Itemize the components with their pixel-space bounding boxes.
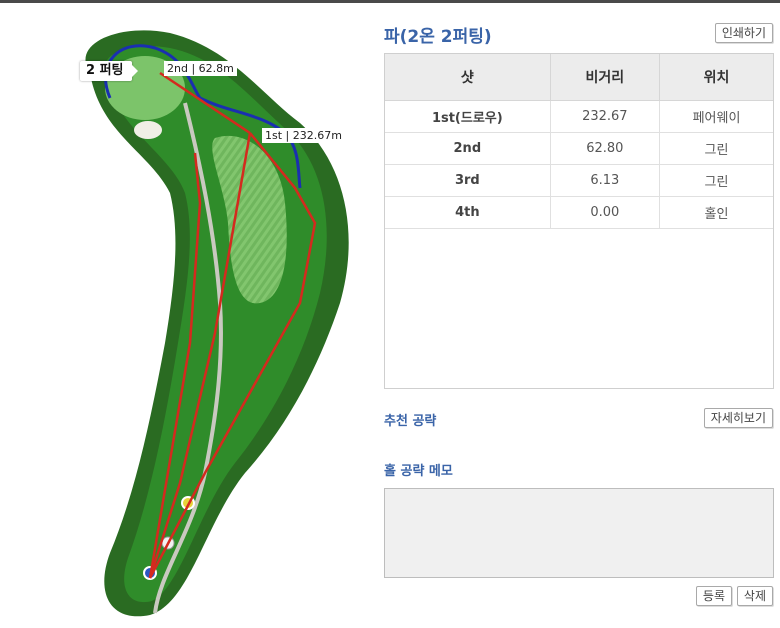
register-button[interactable]: 등록 <box>695 586 732 606</box>
location-cell: 그린 <box>659 164 773 197</box>
distance-cell: 62.80 <box>550 132 660 165</box>
shot-cell: 1st(드로우) <box>385 100 551 133</box>
memo-textarea[interactable] <box>384 488 774 578</box>
location-cell: 홀인 <box>659 196 773 229</box>
table-row: 1st(드로우) 232.67 페어웨이 <box>385 100 773 133</box>
location-cell: 페어웨이 <box>659 100 773 133</box>
result-panel: 파(2온 2퍼팅) 인쇄하기 샷 비거리 위치 1st(드로우) 232.67 … <box>384 0 776 628</box>
table-row: 3rd 6.13 그린 <box>385 164 773 197</box>
hole-map: 2 퍼팅 2nd | 62.8m 1st | 232.67m <box>0 3 370 628</box>
bunker <box>134 121 162 139</box>
shot-table: 샷 비거리 위치 1st(드로우) 232.67 페어웨이 2nd 62.80 … <box>385 54 773 229</box>
table-row: 4th 0.00 홀인 <box>385 196 773 229</box>
detail-button[interactable]: 자세히보기 <box>703 408 773 428</box>
print-button[interactable]: 인쇄하기 <box>714 23 773 43</box>
recommend-label: 추천 공략 <box>384 414 437 429</box>
distance-cell: 6.13 <box>550 164 660 197</box>
hole-diagram <box>85 30 349 617</box>
shot-table-container: 샷 비거리 위치 1st(드로우) 232.67 페어웨이 2nd 62.80 … <box>384 53 774 389</box>
shot-cell: 3rd <box>385 164 551 197</box>
memo-label: 홀 공략 메모 <box>384 464 453 479</box>
putt-count-tag: 2 퍼팅 <box>80 61 137 81</box>
second-shot-label: 2nd | 62.8m <box>164 61 237 76</box>
delete-button[interactable]: 삭제 <box>736 586 773 606</box>
column-header-location: 위치 <box>659 54 773 101</box>
shot-cell: 2nd <box>385 132 551 165</box>
column-header-distance: 비거리 <box>550 54 660 101</box>
distance-cell: 0.00 <box>550 196 660 229</box>
table-row: 2nd 62.80 그린 <box>385 132 773 165</box>
result-title: 파(2온 2퍼팅) <box>384 27 492 47</box>
table-header-row: 샷 비거리 위치 <box>385 54 773 101</box>
location-cell: 그린 <box>659 132 773 165</box>
shot-cell: 4th <box>385 196 551 229</box>
first-shot-label: 1st | 232.67m <box>262 128 345 143</box>
column-header-shot: 샷 <box>385 54 551 101</box>
distance-cell: 232.67 <box>550 100 660 133</box>
